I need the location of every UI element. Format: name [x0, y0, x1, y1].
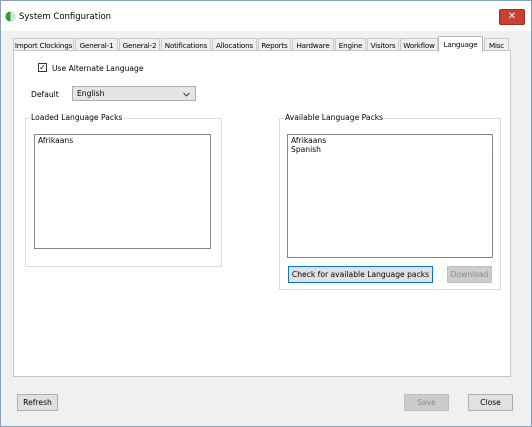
available-language-packs-title: Available Language Packs	[284, 113, 385, 122]
list-item[interactable]: Afrikaans	[291, 136, 489, 145]
use-alternate-language-checkbox[interactable]: ✓	[38, 63, 47, 72]
download-button[interactable]: Download	[447, 266, 492, 283]
save-button[interactable]: Save	[404, 394, 449, 411]
tab-label: Language	[443, 40, 478, 49]
tab-language[interactable]: Language	[438, 36, 483, 52]
tab-label: Notifications	[164, 41, 208, 50]
title-bar[interactable]: System Configuration ✕	[1, 1, 531, 31]
tab-label: Reports	[261, 41, 288, 50]
tab-label: General-1	[79, 41, 114, 50]
button-label: Refresh	[23, 398, 52, 407]
tab-label: Import Clockings	[14, 41, 73, 50]
default-label: Default	[31, 90, 59, 99]
tab-label: Misc	[488, 41, 505, 50]
app-icon	[5, 11, 16, 22]
tab-label: Workflow	[403, 41, 435, 50]
refresh-button[interactable]: Refresh	[17, 394, 58, 411]
tab-label: Hardware	[296, 41, 330, 50]
default-language-select[interactable]: English	[72, 86, 196, 101]
tab-label: Engine	[338, 41, 363, 50]
loaded-language-packs-list[interactable]: Afrikaans	[34, 134, 211, 249]
tab-label: Allocations	[216, 41, 253, 50]
tab-label: General-2	[122, 41, 157, 50]
loaded-language-packs-title: Loaded Language Packs	[30, 113, 124, 122]
check-language-packs-button[interactable]: Check for available Language packs	[288, 266, 433, 283]
available-language-packs-list[interactable]: Afrikaans Spanish	[287, 134, 493, 258]
button-label: Close	[480, 398, 501, 407]
window-title: System Configuration	[19, 12, 112, 22]
button-label: Save	[417, 398, 436, 407]
system-configuration-window: System Configuration ✕ Import Clockings …	[0, 0, 532, 427]
close-icon: ✕	[507, 11, 517, 22]
list-item[interactable]: Afrikaans	[38, 136, 207, 145]
use-alternate-language-label: Use Alternate Language	[52, 64, 144, 73]
close-window-button[interactable]: ✕	[499, 9, 525, 25]
chevron-down-icon	[183, 92, 190, 97]
list-item[interactable]: Spanish	[291, 145, 489, 154]
button-label: Check for available Language packs	[291, 270, 430, 279]
button-label: Download	[450, 270, 489, 279]
tab-label: Visitors	[370, 41, 396, 50]
tab-strip: Import Clockings General-1 General-2 Not…	[13, 36, 511, 52]
close-button[interactable]: Close	[468, 394, 513, 411]
default-language-value: English	[77, 89, 105, 98]
checkmark-icon: ✓	[39, 63, 46, 72]
